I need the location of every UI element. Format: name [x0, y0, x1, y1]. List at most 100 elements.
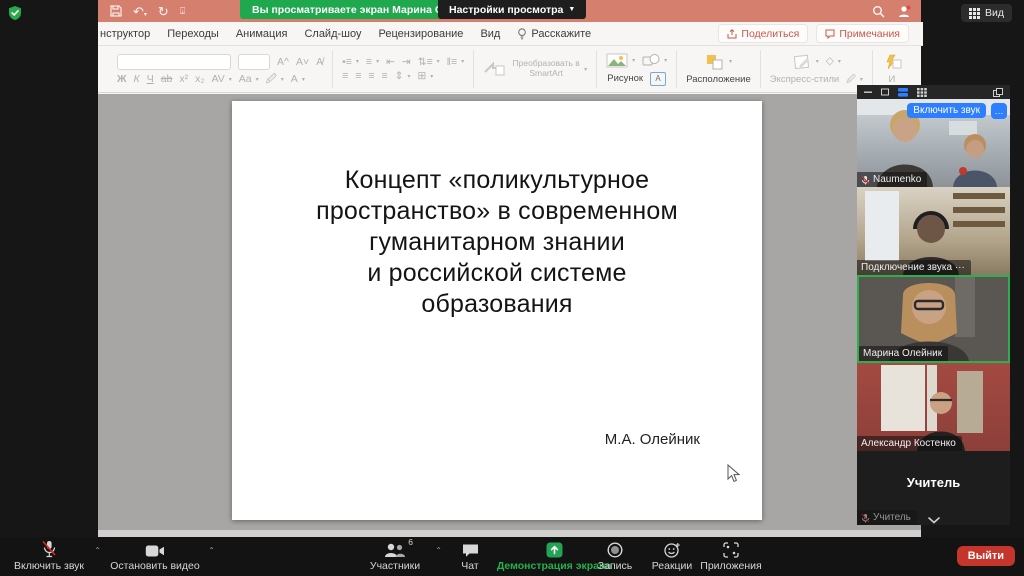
- align-left-button[interactable]: ≡: [342, 71, 348, 82]
- lightbulb-icon: [517, 28, 527, 40]
- encryption-shield-icon: [7, 5, 23, 21]
- redo-icon[interactable]: ↻: [158, 5, 169, 18]
- align-right-button[interactable]: ≡: [368, 71, 374, 82]
- align-center-button[interactable]: ≡: [355, 71, 361, 82]
- account-icon[interactable]: [897, 5, 911, 18]
- popout-icon[interactable]: [993, 88, 1003, 97]
- paragraph-group: •≡▾ ≡▾ ⇤ ⇥ ⇅≡▾ ‖≡▾ ≡ ≡ ≡ ≡ ⇕▾ ⊞▾: [333, 46, 473, 92]
- shapes-icon[interactable]: [642, 53, 660, 67]
- participant-video-uchitel[interactable]: Учитель Учитель: [857, 451, 1010, 525]
- italic-button[interactable]: К: [134, 74, 140, 85]
- chevron-down-icon: [927, 516, 941, 524]
- smartart-group[interactable]: Преобразовать в SmartArt ▾: [474, 46, 596, 92]
- slide-author: М.А. Олейник: [605, 431, 700, 448]
- arrange-label: Расположение: [686, 74, 751, 85]
- char-spacing-button[interactable]: AV: [211, 74, 224, 85]
- chevron-up-icon[interactable]: ⌃: [94, 546, 101, 555]
- participant-name-label: Марина Олейник: [859, 346, 948, 361]
- muted-mic-icon: [861, 175, 870, 185]
- view-settings-dropdown[interactable]: Настройки просмотра ▼: [438, 0, 586, 19]
- picture-icon[interactable]: [606, 53, 628, 68]
- tab-animation[interactable]: Анимация: [236, 28, 288, 40]
- shape-outline-icon[interactable]: 🖉: [846, 75, 856, 84]
- font-size-select[interactable]: [238, 54, 270, 70]
- bullets-button[interactable]: •≡: [342, 57, 352, 68]
- font-name-select[interactable]: [117, 54, 231, 70]
- quick-styles-icon[interactable]: [792, 54, 812, 70]
- tab-tellme[interactable]: Расскажите: [517, 28, 591, 40]
- numbering-button[interactable]: ≡: [366, 57, 372, 68]
- chat-button[interactable]: Чат: [448, 540, 492, 572]
- indent-button[interactable]: ⇥: [402, 57, 411, 68]
- mute-button[interactable]: Включить звук ⌃: [5, 540, 93, 572]
- participant-video-alexandr-kostenko[interactable]: Александр Костенко: [857, 363, 1010, 451]
- small-view-icon[interactable]: [881, 88, 889, 96]
- participant-name-label: Подключение звука ···: [857, 260, 971, 275]
- font-color-button[interactable]: A: [291, 74, 298, 85]
- share-button[interactable]: Поделиться: [718, 24, 808, 43]
- quick-styles-label: Экспресс-стили: [770, 74, 839, 85]
- justify-button[interactable]: ≡: [382, 71, 388, 82]
- underline-button[interactable]: Ч: [147, 74, 154, 85]
- shrink-font-icon[interactable]: A˅: [296, 57, 309, 68]
- picture-label: Рисунок: [607, 73, 643, 84]
- participants-count-badge: 6: [408, 537, 413, 547]
- tab-review[interactable]: Рецензирование: [378, 28, 463, 40]
- scroll-more-participants[interactable]: [857, 516, 1010, 524]
- tab-transitions[interactable]: Переходы: [167, 28, 219, 40]
- participant-video-naumenko[interactable]: Включить звук … Naumenko: [857, 99, 1010, 187]
- undo-icon[interactable]: ↶▾: [133, 5, 147, 18]
- change-case-button[interactable]: Aa: [239, 74, 252, 85]
- ribbon-tabs: нструктор Переходы Анимация Слайд-шоу Ре…: [98, 22, 923, 46]
- search-icon[interactable]: [872, 5, 885, 18]
- tab-view[interactable]: Вид: [480, 28, 500, 40]
- chevron-up-icon[interactable]: ⌃: [208, 546, 215, 555]
- unmute-request-button[interactable]: Включить звук: [907, 103, 986, 118]
- shape-fill-icon[interactable]: ◇: [826, 56, 834, 67]
- clear-format-icon[interactable]: A̸: [316, 57, 323, 68]
- line-spacing-button[interactable]: ⇅≡: [418, 57, 433, 68]
- outdent-button[interactable]: ⇤: [386, 57, 395, 68]
- view-button[interactable]: Вид: [961, 4, 1012, 22]
- apps-button[interactable]: Приложения: [700, 540, 762, 572]
- bold-button[interactable]: Ж: [117, 74, 127, 85]
- table-button[interactable]: ⊞: [417, 71, 426, 82]
- comments-button[interactable]: Примечания: [816, 24, 909, 43]
- minimize-icon[interactable]: [864, 88, 872, 96]
- arrange-icon[interactable]: [705, 53, 725, 70]
- tab-constructor[interactable]: нструктор: [100, 28, 150, 40]
- save-icon[interactable]: [110, 5, 122, 17]
- font-group: A^ A˅ A̸ Ж К Ч ab x² x₂ AV▾ Aa▾ 🖉▾ A▾: [108, 46, 332, 92]
- grow-font-icon[interactable]: A^: [277, 57, 289, 68]
- highlight-button[interactable]: 🖉: [266, 74, 277, 85]
- mouse-cursor: [727, 464, 740, 488]
- leave-meeting-button[interactable]: Выйти: [957, 546, 1015, 566]
- strikethrough-button[interactable]: ab: [161, 74, 173, 85]
- subscript-button[interactable]: x₂: [195, 74, 204, 85]
- participants-button[interactable]: 6 Участники ⌃: [362, 540, 428, 572]
- gallery-view-icon[interactable]: [917, 88, 927, 97]
- reactions-button[interactable]: Реакции: [646, 540, 698, 572]
- more-options-button[interactable]: …: [991, 103, 1007, 119]
- stop-video-button[interactable]: Остановить видео ⌃: [105, 540, 205, 572]
- chevron-up-icon[interactable]: ⌃: [435, 546, 442, 555]
- tab-slideshow[interactable]: Слайд-шоу: [304, 28, 361, 40]
- muted-mic-icon: [41, 540, 57, 558]
- camera-icon: [145, 540, 165, 558]
- zoom-meeting-window: ↶▾ ↻ ⍗ нструктор Переходы Анимация Слайд…: [0, 0, 1024, 576]
- slide-title: Концепт «поликультурное пространство» в …: [232, 165, 762, 320]
- chevron-down-icon: ▼: [568, 6, 575, 13]
- strip-view-icon[interactable]: [898, 88, 908, 97]
- smartart-icon: [483, 61, 505, 77]
- slide-canvas[interactable]: Концепт «поликультурное пространство» в …: [232, 101, 762, 520]
- participant-video-connecting[interactable]: Подключение звука ···: [857, 187, 1010, 275]
- textbox-icon[interactable]: A: [650, 72, 666, 86]
- quick-access-menu-icon[interactable]: ⍗: [180, 7, 185, 16]
- superscript-button[interactable]: x²: [179, 74, 188, 85]
- participant-name-label: Александр Костенко: [857, 436, 962, 451]
- participant-video-marina-oleynik[interactable]: Марина Олейник: [857, 275, 1010, 363]
- columns-button[interactable]: ‖≡: [447, 57, 457, 68]
- record-button[interactable]: Запись: [592, 540, 638, 572]
- text-direction-button[interactable]: ⇕: [395, 71, 404, 82]
- animation-icon[interactable]: [882, 54, 902, 70]
